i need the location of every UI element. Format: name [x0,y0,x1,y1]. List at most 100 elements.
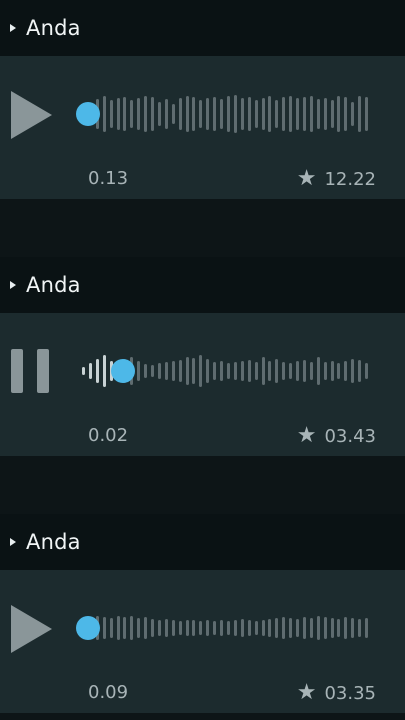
pause-button[interactable] [11,349,51,393]
waveform-bar [186,357,189,385]
waveform-bar [199,355,202,387]
play-button[interactable] [11,605,52,653]
voice-message-card: 0.13 ★ 12.22 [0,56,405,199]
waveform-bar [275,100,278,128]
waveform-bar [179,98,182,130]
waveform-bar [303,360,306,382]
sender-header[interactable]: Anda [0,0,405,56]
waveform-bar [337,619,340,637]
sender-header[interactable]: Anda [0,257,405,313]
waveform-bar [213,621,216,635]
waveform-bar [358,619,361,637]
playback-position-handle[interactable] [111,359,135,383]
waveform-bar [268,619,271,637]
waveform-bar [324,98,327,130]
waveform-bar [255,362,258,380]
message-meta: ★ 12.22 [297,168,376,190]
waveform-bar [317,616,320,640]
waveform-seekbar[interactable] [82,92,374,136]
waveform-bar [351,359,354,383]
playback-position-handle[interactable] [76,616,100,640]
playback-position-handle[interactable] [76,102,100,126]
waveform-bar [310,96,313,132]
waveform-bar [165,99,168,129]
waveform-seekbar[interactable] [82,606,374,650]
waveform-bar [262,98,265,130]
waveform-bar [275,618,278,638]
waveform-bar [137,361,140,381]
waveform-bar [296,98,299,130]
waveform-bar [227,363,230,379]
waveform-bar [241,98,244,130]
waveform-bar [337,363,340,379]
star-icon[interactable]: ★ [297,425,317,447]
waveform-bar [172,104,175,124]
waveform-bar [192,620,195,636]
waveform-bar [144,364,147,378]
sender-name: Anda [26,273,81,297]
waveform-bar [255,621,258,635]
waveform-bar [365,97,368,131]
voice-message-card: 0.02 ★ 03.43 [0,313,405,456]
waveform-bar [296,619,299,637]
waveform-bar [365,363,368,379]
waveform-bar [158,363,161,379]
waveform-bar [331,361,334,381]
waveform-bar [213,362,216,380]
waveform-bar [110,100,113,128]
waveform-bar [317,357,320,385]
waveform-bar [172,361,175,381]
waveform-bar [158,102,161,126]
duration-time: 03.35 [324,682,376,704]
waveform-bar [282,617,285,639]
waveform-bar [123,97,126,131]
waveform-bar [344,361,347,381]
waveform-bar [137,618,140,638]
waveform-bar [344,97,347,131]
waveform-bar [206,620,209,636]
waveform-bar [289,363,292,379]
waveform-bar [248,620,251,636]
waveform-bar [206,359,209,383]
waveform-bar [262,357,265,385]
waveform-bar [220,99,223,129]
message-meta: ★ 03.43 [297,425,376,447]
sender-name: Anda [26,530,81,554]
elapsed-time: 0.09 [88,682,129,703]
waveform-bar [358,360,361,382]
waveform-bar [234,362,237,380]
waveform-bar [324,617,327,639]
waveform-bar [262,620,265,636]
waveform-bar [351,618,354,638]
waveform-bar [227,96,230,132]
star-icon[interactable]: ★ [297,682,317,704]
expand-triangle-icon [10,281,16,289]
waveform-bar [296,361,299,381]
sender-header[interactable]: Anda [0,514,405,570]
waveform-bar [289,618,292,638]
waveform-bar [303,97,306,131]
waveform-bar [151,365,154,377]
waveform-bar [96,359,99,383]
waveform-bar [144,617,147,639]
expand-triangle-icon [10,24,16,32]
waveform-bar [268,96,271,132]
waveform-bar [165,362,168,380]
waveform-bar [317,99,320,129]
waveform-bar [310,618,313,638]
waveform-bar [179,360,182,382]
waveform-bar [220,361,223,381]
waveform-bar [130,100,133,128]
play-button[interactable] [11,91,52,139]
message-meta: ★ 03.35 [297,682,376,704]
waveform-bar [179,621,182,635]
waveform-bar [331,618,334,638]
waveform-bar [82,367,85,375]
waveform-bar [199,100,202,128]
waveform-bar [199,621,202,635]
waveform-bar [192,358,195,384]
waveform-bar [130,616,133,640]
waveform-bar [165,619,168,637]
waveform-bar [282,362,285,380]
star-icon[interactable]: ★ [297,168,317,190]
